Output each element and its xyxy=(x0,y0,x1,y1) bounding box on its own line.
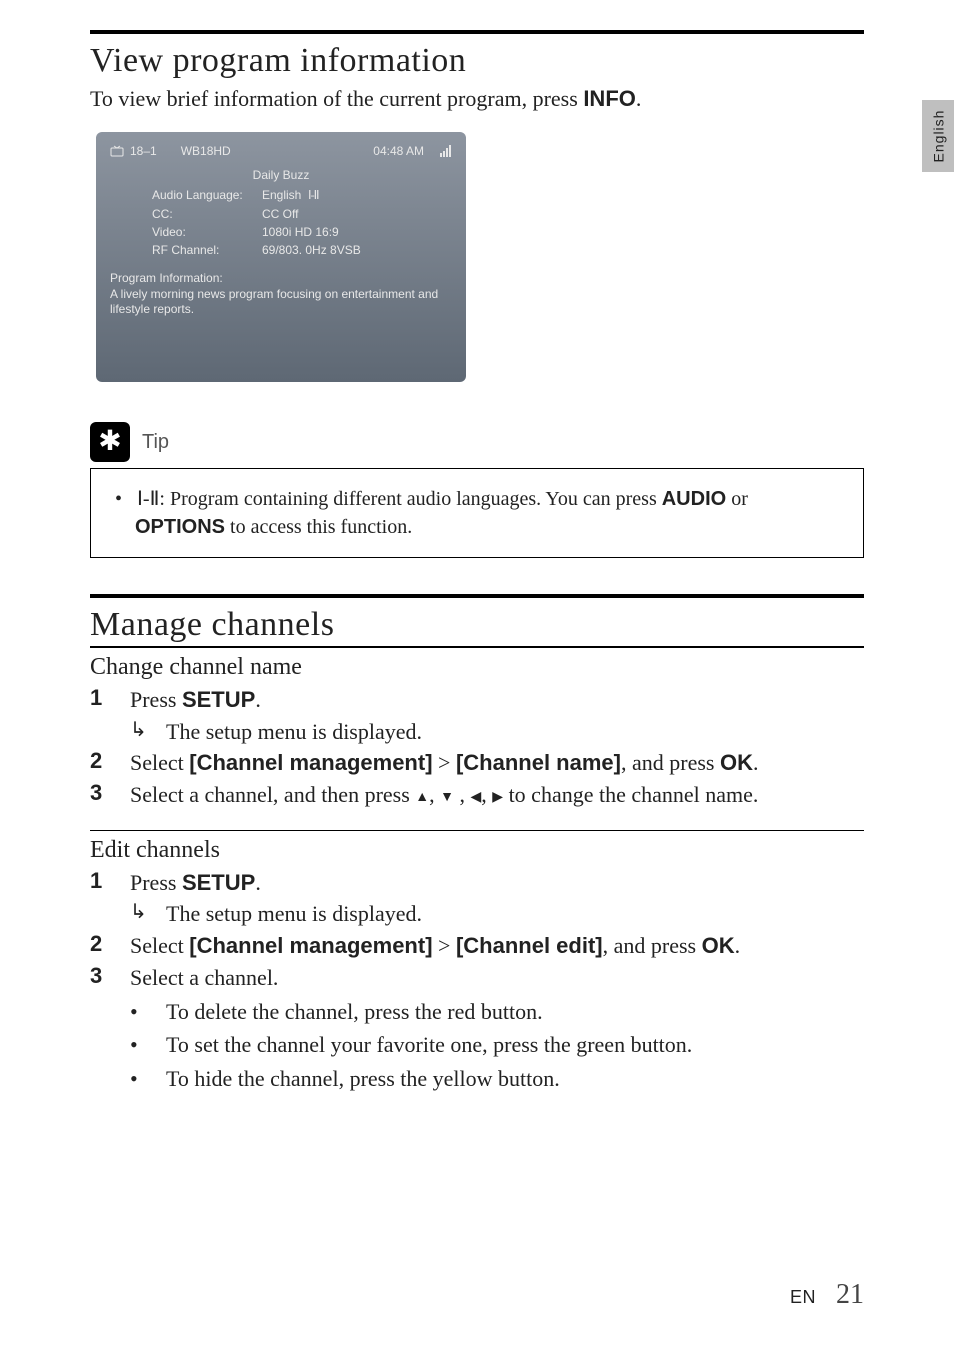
ec-bullet1: To delete the channel, press the red but… xyxy=(166,997,543,1027)
ec-step1-num: 1 xyxy=(90,868,130,929)
panel-top-row: 18–1 WB18HD 04:48 AM xyxy=(110,144,452,158)
panel-channel-name: WB18HD xyxy=(181,144,231,158)
rule-sub-1 xyxy=(90,646,864,648)
signal-icon xyxy=(440,145,452,157)
value-cc: CC Off xyxy=(262,207,452,221)
panel-pi-header: Program Information: xyxy=(110,271,452,287)
label-cc: CC: xyxy=(152,207,262,221)
ccn-step1-result: The setup menu is displayed. xyxy=(166,717,422,747)
result-arrow-icon: ↳ xyxy=(130,899,166,929)
label-audio-language: Audio Language: xyxy=(152,188,262,203)
ec-bullet3: To hide the channel, press the yellow bu… xyxy=(166,1064,560,1094)
value-rf: 69/803. 0Hz 8VSB xyxy=(262,243,452,257)
ccn-step2-num: 2 xyxy=(90,748,130,778)
rule-top-2 xyxy=(90,594,864,598)
left-arrow-icon: ◀ xyxy=(471,787,482,806)
footer-lang: EN xyxy=(790,1287,816,1308)
page-footer: EN 21 xyxy=(790,1279,864,1311)
ec-bullet2: To set the channel your favorite one, pr… xyxy=(166,1030,692,1060)
panel-grid: Audio Language: English Ⅰ-Ⅱ CC: CC Off V… xyxy=(152,188,452,257)
language-tab: English xyxy=(922,100,954,172)
ccn-step2: 2 Select [Channel management] > [Channel… xyxy=(90,748,864,778)
ec-step3: 3 Select a channel. • To delete the chan… xyxy=(90,963,864,1098)
tip-box: ✱ Tip • Ⅰ-Ⅱ: Program containing differen… xyxy=(90,422,864,558)
footer-page: 21 xyxy=(836,1279,864,1311)
panel-pi-body: A lively morning news program focusing o… xyxy=(110,287,452,318)
tip-content: • Ⅰ-Ⅱ: Program containing different audi… xyxy=(90,468,864,558)
language-tab-label: English xyxy=(930,110,946,163)
panel-program-info: Program Information: A lively morning ne… xyxy=(110,271,452,318)
ccn-step3-num: 3 xyxy=(90,780,130,810)
label-rf: RF Channel: xyxy=(152,243,262,257)
value-audio-language: English Ⅰ-Ⅱ xyxy=(262,188,452,203)
program-info-panel: 18–1 WB18HD 04:48 AM Daily Buzz Audio La… xyxy=(96,132,466,382)
change-channel-name-heading: Change channel name xyxy=(90,654,864,681)
tip-label: Tip xyxy=(142,431,169,454)
tv-icon xyxy=(110,145,124,157)
down-arrow-icon: ▼ xyxy=(440,787,454,806)
value-video: 1080i HD 16:9 xyxy=(262,225,452,239)
section2-title: Manage channels xyxy=(90,606,864,644)
rule-sub-2 xyxy=(90,830,864,831)
ec-step2-num: 2 xyxy=(90,931,130,961)
ec-step3-num: 3 xyxy=(90,963,130,1098)
ccn-step3: 3 Select a channel, and then press ▲, ▼ … xyxy=(90,780,864,810)
up-arrow-icon: ▲ xyxy=(415,787,429,806)
ccn-step1-num: 1 xyxy=(90,685,130,746)
ec-step1-result: The setup menu is displayed. xyxy=(166,899,422,929)
panel-time: 04:48 AM xyxy=(373,144,424,158)
bullet-icon: • xyxy=(130,1064,166,1094)
result-arrow-icon: ↳ xyxy=(130,717,166,747)
bullet-icon: • xyxy=(130,1030,166,1060)
right-arrow-icon: ▶ xyxy=(492,787,503,806)
section1-title: View program information xyxy=(90,42,864,80)
panel-program-title: Daily Buzz xyxy=(110,168,452,182)
bullet-icon: • xyxy=(130,997,166,1027)
panel-channel-number: 18–1 xyxy=(130,144,157,158)
rule-top-1 xyxy=(90,30,864,34)
label-video: Video: xyxy=(152,225,262,239)
ec-step1: 1 Press SETUP. ↳ The setup menu is displ… xyxy=(90,868,864,929)
tip-icon: ✱ xyxy=(90,422,130,462)
ec-step2: 2 Select [Channel management] > [Channel… xyxy=(90,931,864,961)
ccn-step1: 1 Press SETUP. ↳ The setup menu is displ… xyxy=(90,685,864,746)
section1-intro: To view brief information of the current… xyxy=(90,86,864,112)
edit-channels-heading: Edit channels xyxy=(90,837,864,864)
